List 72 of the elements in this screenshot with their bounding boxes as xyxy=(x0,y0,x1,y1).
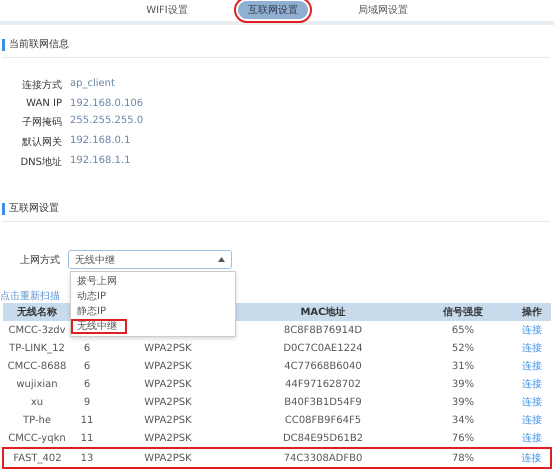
table-cell: 11 xyxy=(80,432,94,444)
table-cell: FAST_402 xyxy=(13,452,62,464)
table-cell: 6 xyxy=(84,342,90,354)
table-cell: CMCC-8688 xyxy=(8,360,66,372)
table-cell: 31% xyxy=(452,360,474,372)
field-label: WAN IP xyxy=(26,98,62,109)
section-title: 互联网设置 xyxy=(2,203,59,215)
column-header: 无线名称 xyxy=(3,303,71,321)
table-cell: 13 xyxy=(80,452,94,464)
table-cell: WPA2PSK xyxy=(144,342,192,354)
table-cell: CMCC-yqkn xyxy=(8,432,66,444)
connect-link[interactable]: 连接 xyxy=(522,361,542,372)
field-label: 上网方式 xyxy=(19,254,60,266)
table-cell: WPA2PSK xyxy=(144,360,192,372)
tab[interactable]: WIFI设置 xyxy=(136,1,198,19)
table-cell: 6 xyxy=(84,360,90,372)
table-cell: WPA2PSK xyxy=(144,414,192,426)
table-cell: CMCC-3zdv xyxy=(8,324,66,336)
caret-icon xyxy=(218,257,225,262)
section-title: 当前联网信息 xyxy=(2,39,69,51)
table-cell: 76% xyxy=(452,432,474,444)
dropdown-option[interactable]: 静态IP xyxy=(71,304,112,319)
table-cell: WPA2PSK xyxy=(144,396,192,408)
table-cell: DC84E95D61B2 xyxy=(282,432,364,444)
table-cell: 44F971628702 xyxy=(285,378,361,390)
connect-link[interactable]: 连接 xyxy=(522,397,542,408)
tab[interactable]: 互联网设置 xyxy=(238,1,308,19)
dropdown-option[interactable]: 动态IP xyxy=(71,289,112,304)
mode-select[interactable]: 无线中继 xyxy=(68,250,232,269)
dropdown-option[interactable]: 无线中继 xyxy=(71,319,127,334)
table-cell: 8C8F8B76914D xyxy=(284,324,362,336)
table-cell: TP-he xyxy=(22,414,52,426)
field-label: 默认网关 xyxy=(22,136,62,149)
connect-link[interactable]: 连接 xyxy=(522,325,542,336)
tab[interactable]: 局域网设置 xyxy=(348,1,418,19)
connect-link[interactable]: 连接 xyxy=(522,343,542,354)
table-cell: CC08FB9F64F5 xyxy=(284,414,362,426)
field-value: 192.168.0.1 xyxy=(70,135,130,148)
table-cell: D0C7C0AE1224 xyxy=(283,342,363,354)
table-cell: WPA2PSK xyxy=(144,432,192,444)
field-value: ap_client xyxy=(70,78,115,91)
table-cell: 39% xyxy=(452,378,474,390)
field-value: 192.168.1.1 xyxy=(70,155,130,168)
table-cell: 39% xyxy=(452,396,474,408)
table-cell: B40F3B1D54F9 xyxy=(284,396,362,408)
table-cell: 65% xyxy=(452,324,474,336)
table-cell: TP-LINK_12 xyxy=(9,342,65,354)
field-label: 连接方式 xyxy=(22,78,62,92)
table-cell: 34% xyxy=(452,414,474,426)
field-label: DNS地址 xyxy=(20,156,62,169)
table-cell: 78% xyxy=(452,452,474,464)
rescan-link[interactable]: 点击重新扫描 xyxy=(0,289,60,303)
table-cell: 4C77668B6040 xyxy=(284,360,362,372)
field-value: 192.168.0.106 xyxy=(70,98,144,109)
table-cell: 11 xyxy=(80,414,94,426)
connect-link[interactable]: 连接 xyxy=(522,433,542,444)
table-cell: 6 xyxy=(84,378,90,390)
table-cell: xu xyxy=(30,396,44,408)
table-cell: WPA2PSK xyxy=(144,452,192,464)
table-cell: 9 xyxy=(84,396,90,408)
column-header: MAC地址 xyxy=(233,303,413,321)
connect-link[interactable]: 连接 xyxy=(522,415,542,426)
table-cell: wujixian xyxy=(16,378,58,390)
field-label: 子网掩码 xyxy=(22,116,62,129)
table-cell: WPA2PSK xyxy=(144,378,192,390)
connect-link[interactable]: 连接 xyxy=(522,379,542,390)
field-value: 255.255.255.0 xyxy=(70,115,144,128)
column-header: 信号强度 xyxy=(413,303,513,321)
table-cell: 74C3308ADFB0 xyxy=(284,452,362,464)
column-header: 操作 xyxy=(513,303,551,321)
table-cell: 52% xyxy=(452,342,474,354)
dropdown-option[interactable]: 拨号上网 xyxy=(71,274,123,289)
